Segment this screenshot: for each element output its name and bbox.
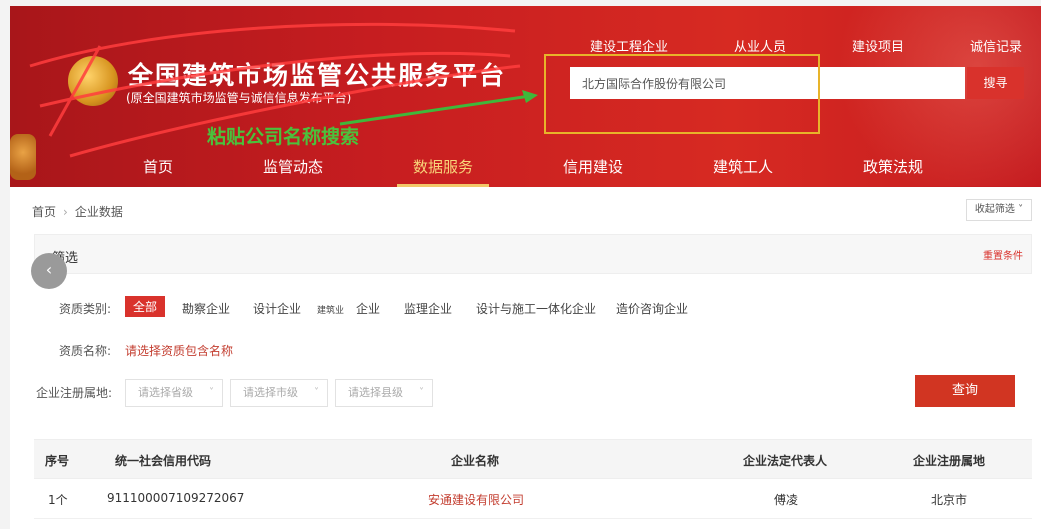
qual-type-all[interactable]: 全部	[125, 296, 166, 317]
table-row: 1个 911100007109272067 安通建设有限公司 傅凌 北京市	[34, 479, 1032, 519]
cell-credit-code: 911100007109272067	[107, 491, 245, 505]
top-link-projects[interactable]: 建设项目	[852, 36, 904, 55]
cell-legal-rep: 傅凌	[774, 493, 799, 507]
breadcrumb-home[interactable]: 首页	[32, 205, 56, 219]
province-select[interactable]: 请选择省级 ˅	[125, 379, 223, 407]
nav-credit[interactable]: 信用建设	[563, 156, 623, 177]
qual-type-enterprise[interactable]: 企业	[356, 300, 380, 317]
top-link-credit[interactable]: 诚信记录	[970, 36, 1022, 55]
table-header: 序号 统一社会信用代码 企业名称 企业法定代表人 企业注册属地	[34, 439, 1032, 479]
query-button[interactable]: 查询	[915, 375, 1015, 407]
col-index: 序号	[45, 454, 70, 468]
top-link-personnel[interactable]: 从业人员	[734, 36, 786, 55]
col-name: 企业名称	[451, 454, 500, 468]
qual-type-label: 资质类别:	[59, 302, 112, 316]
site-header: 全国建筑市场监管公共服务平台 (原全国建筑市场监管与诚信信息发布平台) 建设工程…	[10, 6, 1041, 187]
page-frame: 全国建筑市场监管公共服务平台 (原全国建筑市场监管与诚信信息发布平台) 建设工程…	[10, 6, 1041, 529]
chevron-down-icon: ˅	[314, 387, 319, 398]
col-legal-rep: 企业法定代表人	[743, 454, 828, 468]
breadcrumb-current: 企业数据	[74, 205, 123, 219]
top-link-enterprise[interactable]: 建设工程企业	[590, 36, 668, 55]
collapse-filter-button[interactable]: 收起筛选 ˅	[966, 199, 1032, 221]
chevron-down-icon: ˅	[1014, 204, 1024, 215]
nav-policy[interactable]: 政策法规	[863, 156, 923, 177]
chevron-left-icon[interactable]: ‹	[31, 253, 67, 289]
breadcrumb-separator-icon: ›	[63, 205, 68, 219]
nav-home[interactable]: 首页	[143, 156, 173, 177]
qual-type-design[interactable]: 设计企业	[253, 300, 301, 317]
search-button[interactable]: 搜寻	[967, 67, 1024, 99]
qual-type-cost-consulting[interactable]: 造价咨询企业	[616, 300, 688, 317]
top-links: 建设工程企业 从业人员 建设项目 诚信记录	[570, 36, 1040, 56]
breadcrumb: 首页 › 企业数据	[32, 203, 123, 220]
cell-company-name[interactable]: 安通建设有限公司	[428, 491, 524, 508]
paste-annotation: 粘贴公司名称搜索	[207, 126, 360, 148]
cell-region: 北京市	[931, 493, 968, 507]
region-label: 企业注册属地:	[36, 386, 113, 400]
cell-index: 1个	[48, 493, 68, 507]
filter-header: 筛选 重置条件	[34, 234, 1032, 274]
qual-name-label: 资质名称:	[59, 344, 112, 358]
nav-workers[interactable]: 建筑工人	[713, 156, 773, 177]
nav-active-indicator	[397, 184, 489, 187]
qual-type-design-build[interactable]: 设计与施工一体化企业	[476, 300, 596, 317]
search-highlight-box	[544, 54, 820, 134]
nav-data-service[interactable]: 数据服务	[413, 156, 473, 177]
qual-name-select[interactable]: 请选择资质包含名称	[125, 342, 233, 359]
qual-type-survey[interactable]: 勘察企业	[182, 300, 230, 317]
city-select[interactable]: 请选择市级 ˅	[230, 379, 328, 407]
qual-type-construction[interactable]: 建筑业	[317, 303, 344, 316]
chevron-down-icon: ˅	[419, 387, 424, 398]
reset-filter-link[interactable]: 重置条件	[983, 247, 1023, 262]
chevron-down-icon: ˅	[209, 387, 214, 398]
col-credit-code: 统一社会信用代码	[115, 454, 212, 468]
main-nav: 首页 监管动态 数据服务 信用建设 建筑工人 政策法规	[10, 148, 1041, 187]
qual-type-supervision[interactable]: 监理企业	[404, 300, 452, 317]
nav-regulation[interactable]: 监管动态	[263, 156, 323, 177]
col-region: 企业注册属地	[913, 454, 986, 468]
county-select[interactable]: 请选择县级 ˅	[335, 379, 433, 407]
